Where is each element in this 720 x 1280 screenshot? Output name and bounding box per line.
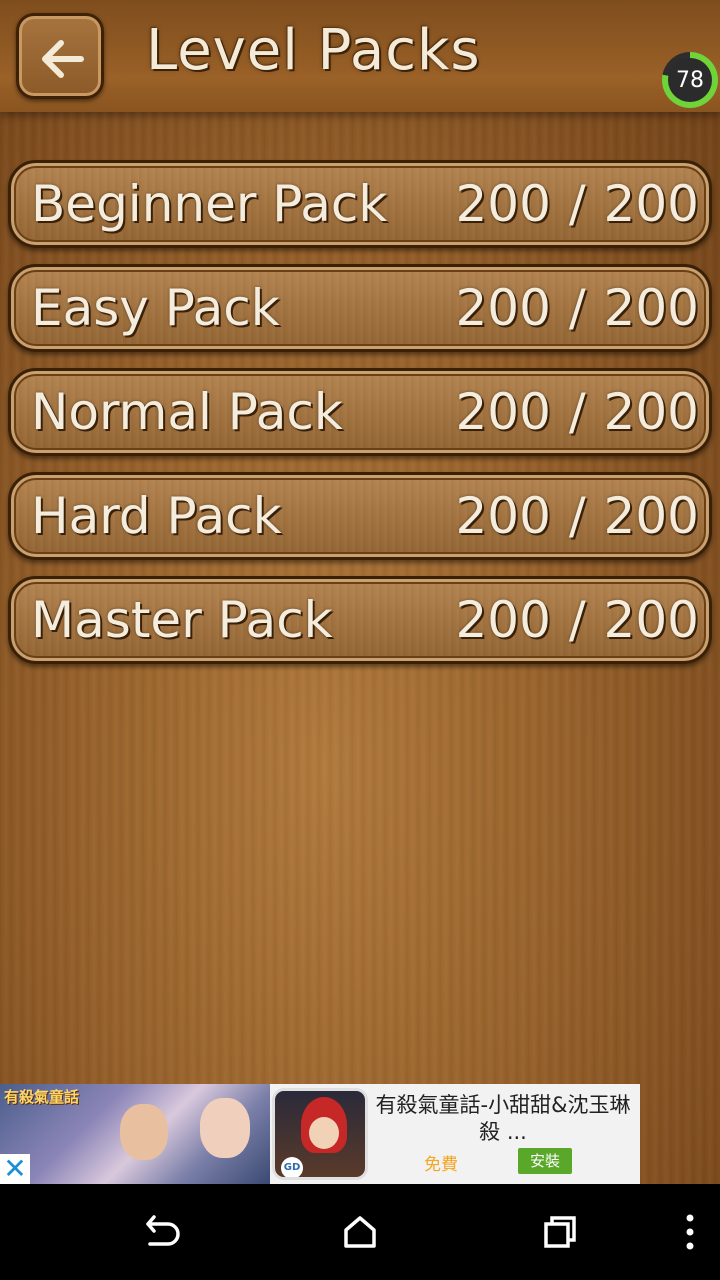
nav-home-button[interactable]: [338, 1212, 382, 1252]
pack-button-normal[interactable]: Normal Pack 200 / 200: [8, 368, 712, 456]
back-icon: [146, 1215, 180, 1246]
pack-progress: 200 / 200: [455, 175, 699, 233]
ad-install-button[interactable]: 安裝: [518, 1148, 572, 1174]
ad-title[interactable]: 有殺氣童話-小甜甜&沈玉琳殺 ...: [372, 1092, 634, 1146]
score-badge: 78: [662, 52, 718, 108]
overflow-menu-icon: [686, 1214, 694, 1250]
header-bar: Level Packs 78: [0, 0, 720, 112]
ad-image[interactable]: 有殺氣童話: [0, 1084, 270, 1184]
system-navigation-bar: [0, 1184, 720, 1280]
pack-name: Beginner Pack: [31, 175, 388, 233]
page-title: Level Packs: [146, 18, 481, 83]
ad-close-button[interactable]: ✕: [0, 1154, 30, 1184]
pack-name: Normal Pack: [31, 383, 343, 441]
nav-recents-button[interactable]: [538, 1212, 582, 1252]
pack-button-beginner[interactable]: Beginner Pack 200 / 200: [8, 160, 712, 248]
pack-name: Hard Pack: [31, 487, 282, 545]
pack-button-easy[interactable]: Easy Pack 200 / 200: [8, 264, 712, 352]
nav-overflow-menu-button[interactable]: [678, 1212, 702, 1252]
pack-list: Beginner Pack 200 / 200 Easy Pack 200 / …: [8, 160, 712, 680]
ad-person-image: [200, 1098, 250, 1158]
pack-name: Master Pack: [31, 591, 333, 649]
arrow-left-icon: [42, 40, 84, 78]
pack-name: Easy Pack: [31, 279, 280, 337]
home-icon: [344, 1216, 376, 1248]
ad-banner[interactable]: 有殺氣童話 ✕ GD 有殺氣童話-小甜甜&沈玉琳殺 ... 免費 安裝: [0, 1084, 640, 1184]
character-face-image: [309, 1117, 339, 1149]
pack-progress: 200 / 200: [455, 591, 699, 649]
ad-free-label: 免費: [424, 1155, 458, 1175]
pack-progress: 200 / 200: [455, 487, 699, 545]
ad-app-icon[interactable]: GD: [272, 1088, 368, 1180]
ad-game-logo: 有殺氣童話: [4, 1088, 80, 1106]
score-value: 78: [668, 58, 712, 102]
pack-progress: 200 / 200: [455, 383, 699, 441]
pack-progress: 200 / 200: [455, 279, 699, 337]
nav-back-button[interactable]: [138, 1212, 182, 1252]
ad-person-image: [120, 1104, 168, 1160]
gd-badge-icon: GD: [281, 1157, 303, 1177]
pack-button-master[interactable]: Master Pack 200 / 200: [8, 576, 712, 664]
back-button[interactable]: [16, 13, 104, 99]
recents-icon: [544, 1216, 576, 1248]
pack-button-hard[interactable]: Hard Pack 200 / 200: [8, 472, 712, 560]
